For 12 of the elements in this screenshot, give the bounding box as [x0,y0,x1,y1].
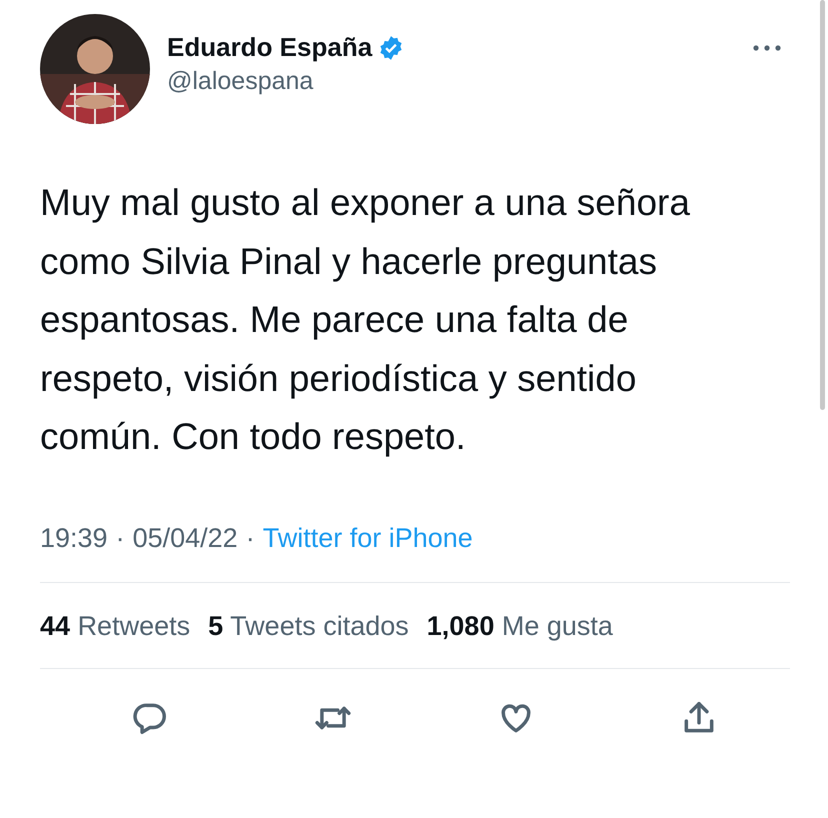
tweet-text: Muy mal gusto al exponer a una señora como Silvia Pinal y hacerle preguntas espantosas. Me parece una falta de respeto, visión periodística y sentido común. Con todo respeto. [40,181,691,459]
stat-link[interactable]: 5 Tweets citados [208,610,409,642]
author-handle[interactable]: @laloespana [167,67,735,96]
tweet-time: 19:39 [40,522,108,554]
author-name[interactable]: Eduardo España [167,32,372,63]
stat-link[interactable]: 1,080 Me gusta [426,610,613,642]
scrollbar[interactable] [820,0,825,410]
stat-link[interactable]: 44 Retweets [40,610,190,642]
separator-dot: · [246,522,255,554]
tweet-date: 05/04/22 [132,522,238,554]
more-icon[interactable] [752,44,782,52]
separator-dot: · [116,522,125,554]
